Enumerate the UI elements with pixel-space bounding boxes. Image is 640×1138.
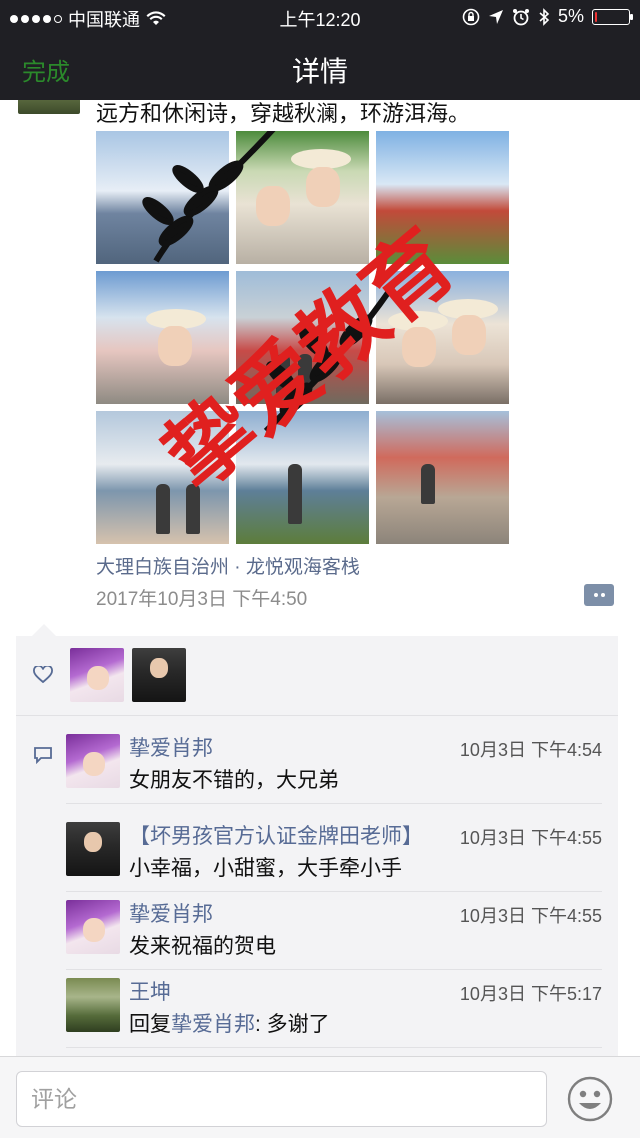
divider bbox=[66, 803, 602, 804]
liker-avatar[interactable] bbox=[132, 648, 186, 702]
commenter-name[interactable]: 王坤 bbox=[129, 976, 171, 1006]
alarm-icon bbox=[512, 8, 529, 25]
hat-shape bbox=[291, 149, 351, 169]
reply-prefix: 回复 bbox=[129, 1013, 171, 1036]
person-shape bbox=[421, 464, 435, 504]
commenter-avatar[interactable] bbox=[66, 822, 120, 876]
post-text: 远方和休闲诗，穿越秋澜，环游洱海。 bbox=[96, 101, 471, 126]
photo-9-ribbon-walkway[interactable] bbox=[376, 411, 509, 544]
comment-text: 发来祝福的贺电 bbox=[129, 935, 276, 958]
bluetooth-icon bbox=[539, 7, 550, 26]
comment-time: 10月3日 下午4:55 bbox=[459, 828, 602, 848]
battery-icon bbox=[592, 8, 633, 25]
person-shape bbox=[298, 354, 312, 394]
photo-4-selfie[interactable] bbox=[96, 271, 229, 404]
commenter-avatar[interactable] bbox=[66, 900, 120, 954]
comment-text: 小幸福，小甜蜜，大手牵小手 bbox=[129, 857, 402, 880]
person-shape bbox=[276, 354, 290, 394]
face-shape bbox=[452, 315, 486, 355]
location-link[interactable]: 大理白族自治州 · 龙悦观海客栈 bbox=[96, 552, 360, 579]
person-shape bbox=[288, 464, 302, 524]
photo-grid bbox=[96, 131, 510, 545]
battery-percentage: 5% bbox=[557, 6, 584, 26]
location-arrow-icon bbox=[488, 9, 503, 24]
photo-1-lake[interactable] bbox=[96, 131, 229, 264]
status-icons: 5% bbox=[462, 6, 633, 27]
page-title: 详情 bbox=[291, 56, 348, 87]
photo-2-couple-selfie[interactable] bbox=[236, 131, 369, 264]
battery-level bbox=[595, 11, 597, 22]
commenter-avatar[interactable] bbox=[66, 734, 120, 788]
comment-item[interactable]: 王坤 10月3日 下午5:17 回复挚爱肖邦: 多谢了 bbox=[66, 970, 602, 1048]
face-shape bbox=[158, 326, 192, 366]
face-shape bbox=[256, 186, 290, 226]
status-bar: 中国联通 上午12:20 5% bbox=[0, 0, 640, 34]
photo-3-flower-field[interactable] bbox=[376, 131, 509, 264]
comment-time: 10月3日 下午4:55 bbox=[459, 906, 602, 926]
comment-text: 女朋友不错的，大兄弟 bbox=[129, 769, 339, 792]
comment-item[interactable]: 【坏男孩官方认证金牌田老师】 10月3日 下午4:55 小幸福，小甜蜜，大手牵小… bbox=[66, 814, 602, 892]
reply-mention[interactable]: 挚爱肖邦 bbox=[171, 1013, 255, 1036]
comment-input-bar bbox=[0, 1056, 640, 1138]
comment-time: 10月3日 下午5:17 bbox=[459, 984, 602, 1004]
face-shape bbox=[306, 167, 340, 207]
comment-text: 回复挚爱肖邦: 多谢了 bbox=[129, 1008, 330, 1038]
rotation-lock-icon bbox=[462, 8, 480, 25]
photo-5-path-with-ribbons[interactable] bbox=[236, 271, 369, 404]
heart-icon bbox=[33, 666, 53, 684]
photo-6-couple-hats[interactable] bbox=[376, 271, 509, 404]
photo-7-couple-by-lake[interactable] bbox=[96, 411, 229, 544]
commenter-name[interactable]: 【坏男孩官方认证金牌田老师】 bbox=[129, 820, 423, 850]
emoji-button[interactable] bbox=[566, 1075, 614, 1123]
comment-icon bbox=[34, 747, 52, 764]
comment-input-box[interactable] bbox=[16, 1071, 547, 1127]
moment-detail[interactable]: 远方和休闲诗，穿越秋澜，环游洱海。 挚爱教育 大理白族自治州 · 龙悦观海客栈 … bbox=[0, 100, 640, 1056]
face-shape bbox=[402, 327, 436, 367]
interactions-panel: 挚爱肖邦 10月3日 下午4:54 女朋友不错的，大兄弟 【坏男孩官方认证金牌田… bbox=[16, 624, 618, 1056]
photo-8-man-on-shore[interactable] bbox=[236, 411, 369, 544]
commenter-name[interactable]: 挚爱肖邦 bbox=[129, 898, 213, 928]
author-avatar[interactable] bbox=[18, 100, 80, 114]
navigation-bar: 完成 详情 bbox=[0, 34, 640, 100]
person-shape bbox=[156, 484, 170, 534]
comment-input[interactable] bbox=[17, 1072, 546, 1126]
comment-item[interactable]: 挚爱肖邦 10月3日 下午4:55 发来祝福的贺电 bbox=[66, 892, 602, 970]
likes-row bbox=[16, 636, 618, 716]
post-timestamp: 2017年10月3日 下午4:50 bbox=[96, 589, 308, 610]
person-shape bbox=[186, 484, 200, 534]
reply-text: : 多谢了 bbox=[255, 1013, 330, 1036]
comment-time: 10月3日 下午4:54 bbox=[459, 740, 602, 760]
commenter-avatar[interactable] bbox=[66, 978, 120, 1032]
liker-avatar[interactable] bbox=[70, 648, 124, 702]
commenter-name[interactable]: 挚爱肖邦 bbox=[129, 732, 213, 762]
comment-item[interactable]: 挚爱肖邦 10月3日 下午4:54 女朋友不错的，大兄弟 bbox=[66, 726, 602, 804]
more-actions-button[interactable] bbox=[584, 584, 614, 606]
divider bbox=[66, 1047, 602, 1048]
